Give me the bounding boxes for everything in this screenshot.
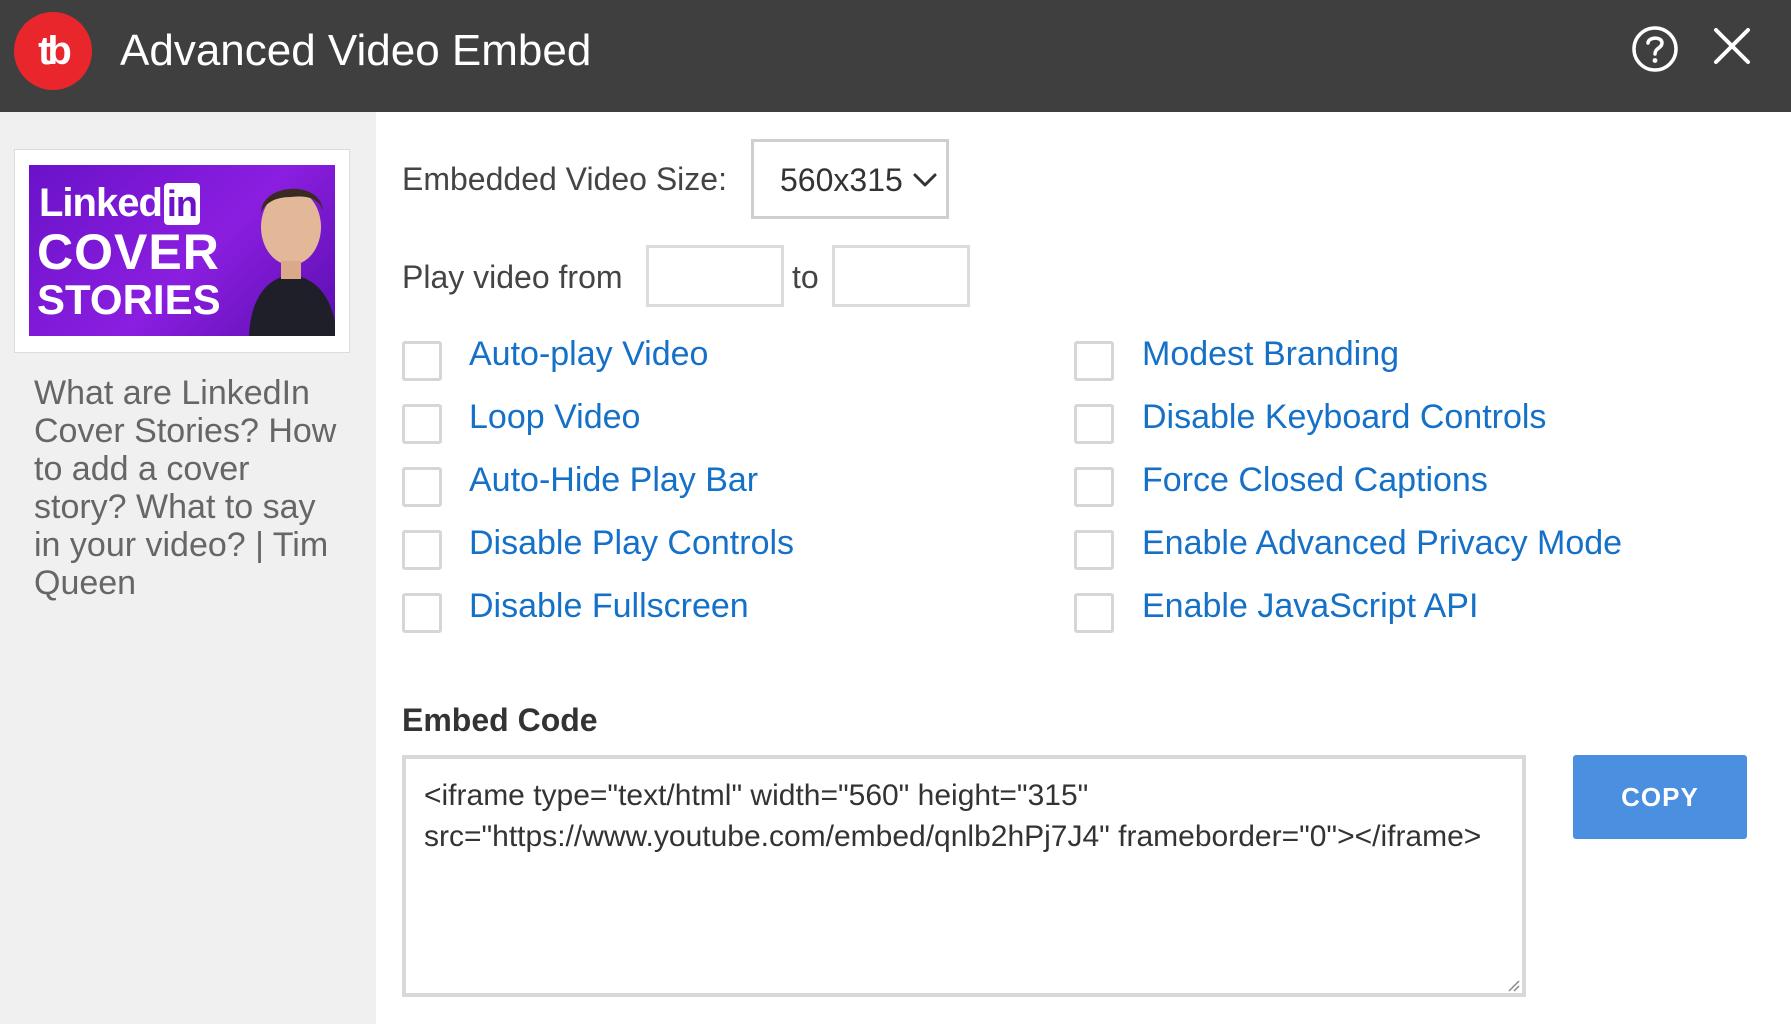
autohide-playbar-checkbox[interactable] <box>402 467 442 507</box>
disable-play-controls-checkbox[interactable] <box>402 530 442 570</box>
embed-options-panel: Embedded Video Size: 560x315 Play video … <box>376 112 1791 1024</box>
embed-code-heading: Embed Code <box>402 702 598 738</box>
autoplay-checkbox[interactable] <box>402 341 442 381</box>
thumbnail-stories-text: STORIES <box>37 276 221 323</box>
video-size-label: Embedded Video Size: <box>402 161 727 197</box>
disable-fullscreen-label[interactable]: Disable Fullscreen <box>469 586 749 626</box>
resize-handle-icon[interactable] <box>1506 978 1520 992</box>
person-portrait-icon <box>249 188 335 336</box>
autoplay-label[interactable]: Auto-play Video <box>469 334 708 374</box>
play-from-input[interactable] <box>646 245 784 307</box>
disable-keyboard-controls-label[interactable]: Disable Keyboard Controls <box>1142 397 1546 437</box>
autohide-playbar-label[interactable]: Auto-Hide Play Bar <box>469 460 758 500</box>
advanced-privacy-checkbox[interactable] <box>1074 530 1114 570</box>
video-sidebar: Linked in COVER STORIES What are LinkedIn… <box>0 112 376 1024</box>
force-closed-captions-label[interactable]: Force Closed Captions <box>1142 460 1488 500</box>
video-size-select[interactable]: 560x315 <box>751 139 949 219</box>
advanced-privacy-label[interactable]: Enable Advanced Privacy Mode <box>1142 523 1622 563</box>
chevron-down-icon <box>913 173 937 187</box>
play-from-label: Play video from <box>402 259 623 295</box>
copy-button[interactable]: COPY <box>1573 755 1747 839</box>
embed-code-textarea[interactable]: <iframe type="text/html" width="560" hei… <box>402 755 1526 997</box>
javascript-api-label[interactable]: Enable JavaScript API <box>1142 586 1478 626</box>
loop-checkbox[interactable] <box>402 404 442 444</box>
modest-branding-checkbox[interactable] <box>1074 341 1114 381</box>
dialog-title: Advanced Video Embed <box>120 26 592 75</box>
advanced-video-embed-dialog: tb Advanced Video Embed Linked in COVER S… <box>0 0 1791 1024</box>
javascript-api-checkbox[interactable] <box>1074 593 1114 633</box>
thumbnail-cover-text: COVER <box>37 224 220 280</box>
question-circle-icon[interactable] <box>1630 24 1680 74</box>
close-icon[interactable] <box>1710 24 1754 68</box>
disable-keyboard-controls-checkbox[interactable] <box>1074 404 1114 444</box>
thumbnail-linkedin-text: Linked in <box>39 181 200 226</box>
loop-label[interactable]: Loop Video <box>469 397 640 437</box>
disable-fullscreen-checkbox[interactable] <box>402 593 442 633</box>
disable-play-controls-label[interactable]: Disable Play Controls <box>469 523 794 563</box>
video-thumbnail: Linked in COVER STORIES <box>29 165 335 336</box>
play-to-label: to <box>792 259 819 295</box>
modest-branding-label[interactable]: Modest Branding <box>1142 334 1399 374</box>
video-title-text: What are LinkedIn Cover Stories? How to … <box>34 374 337 602</box>
dialog-header: tb Advanced Video Embed <box>0 0 1791 112</box>
tubebuddy-logo: tb <box>14 12 92 90</box>
force-closed-captions-checkbox[interactable] <box>1074 467 1114 507</box>
video-size-value: 560x315 <box>780 162 903 198</box>
play-to-input[interactable] <box>832 245 970 307</box>
video-thumbnail-frame: Linked in COVER STORIES <box>14 149 350 353</box>
